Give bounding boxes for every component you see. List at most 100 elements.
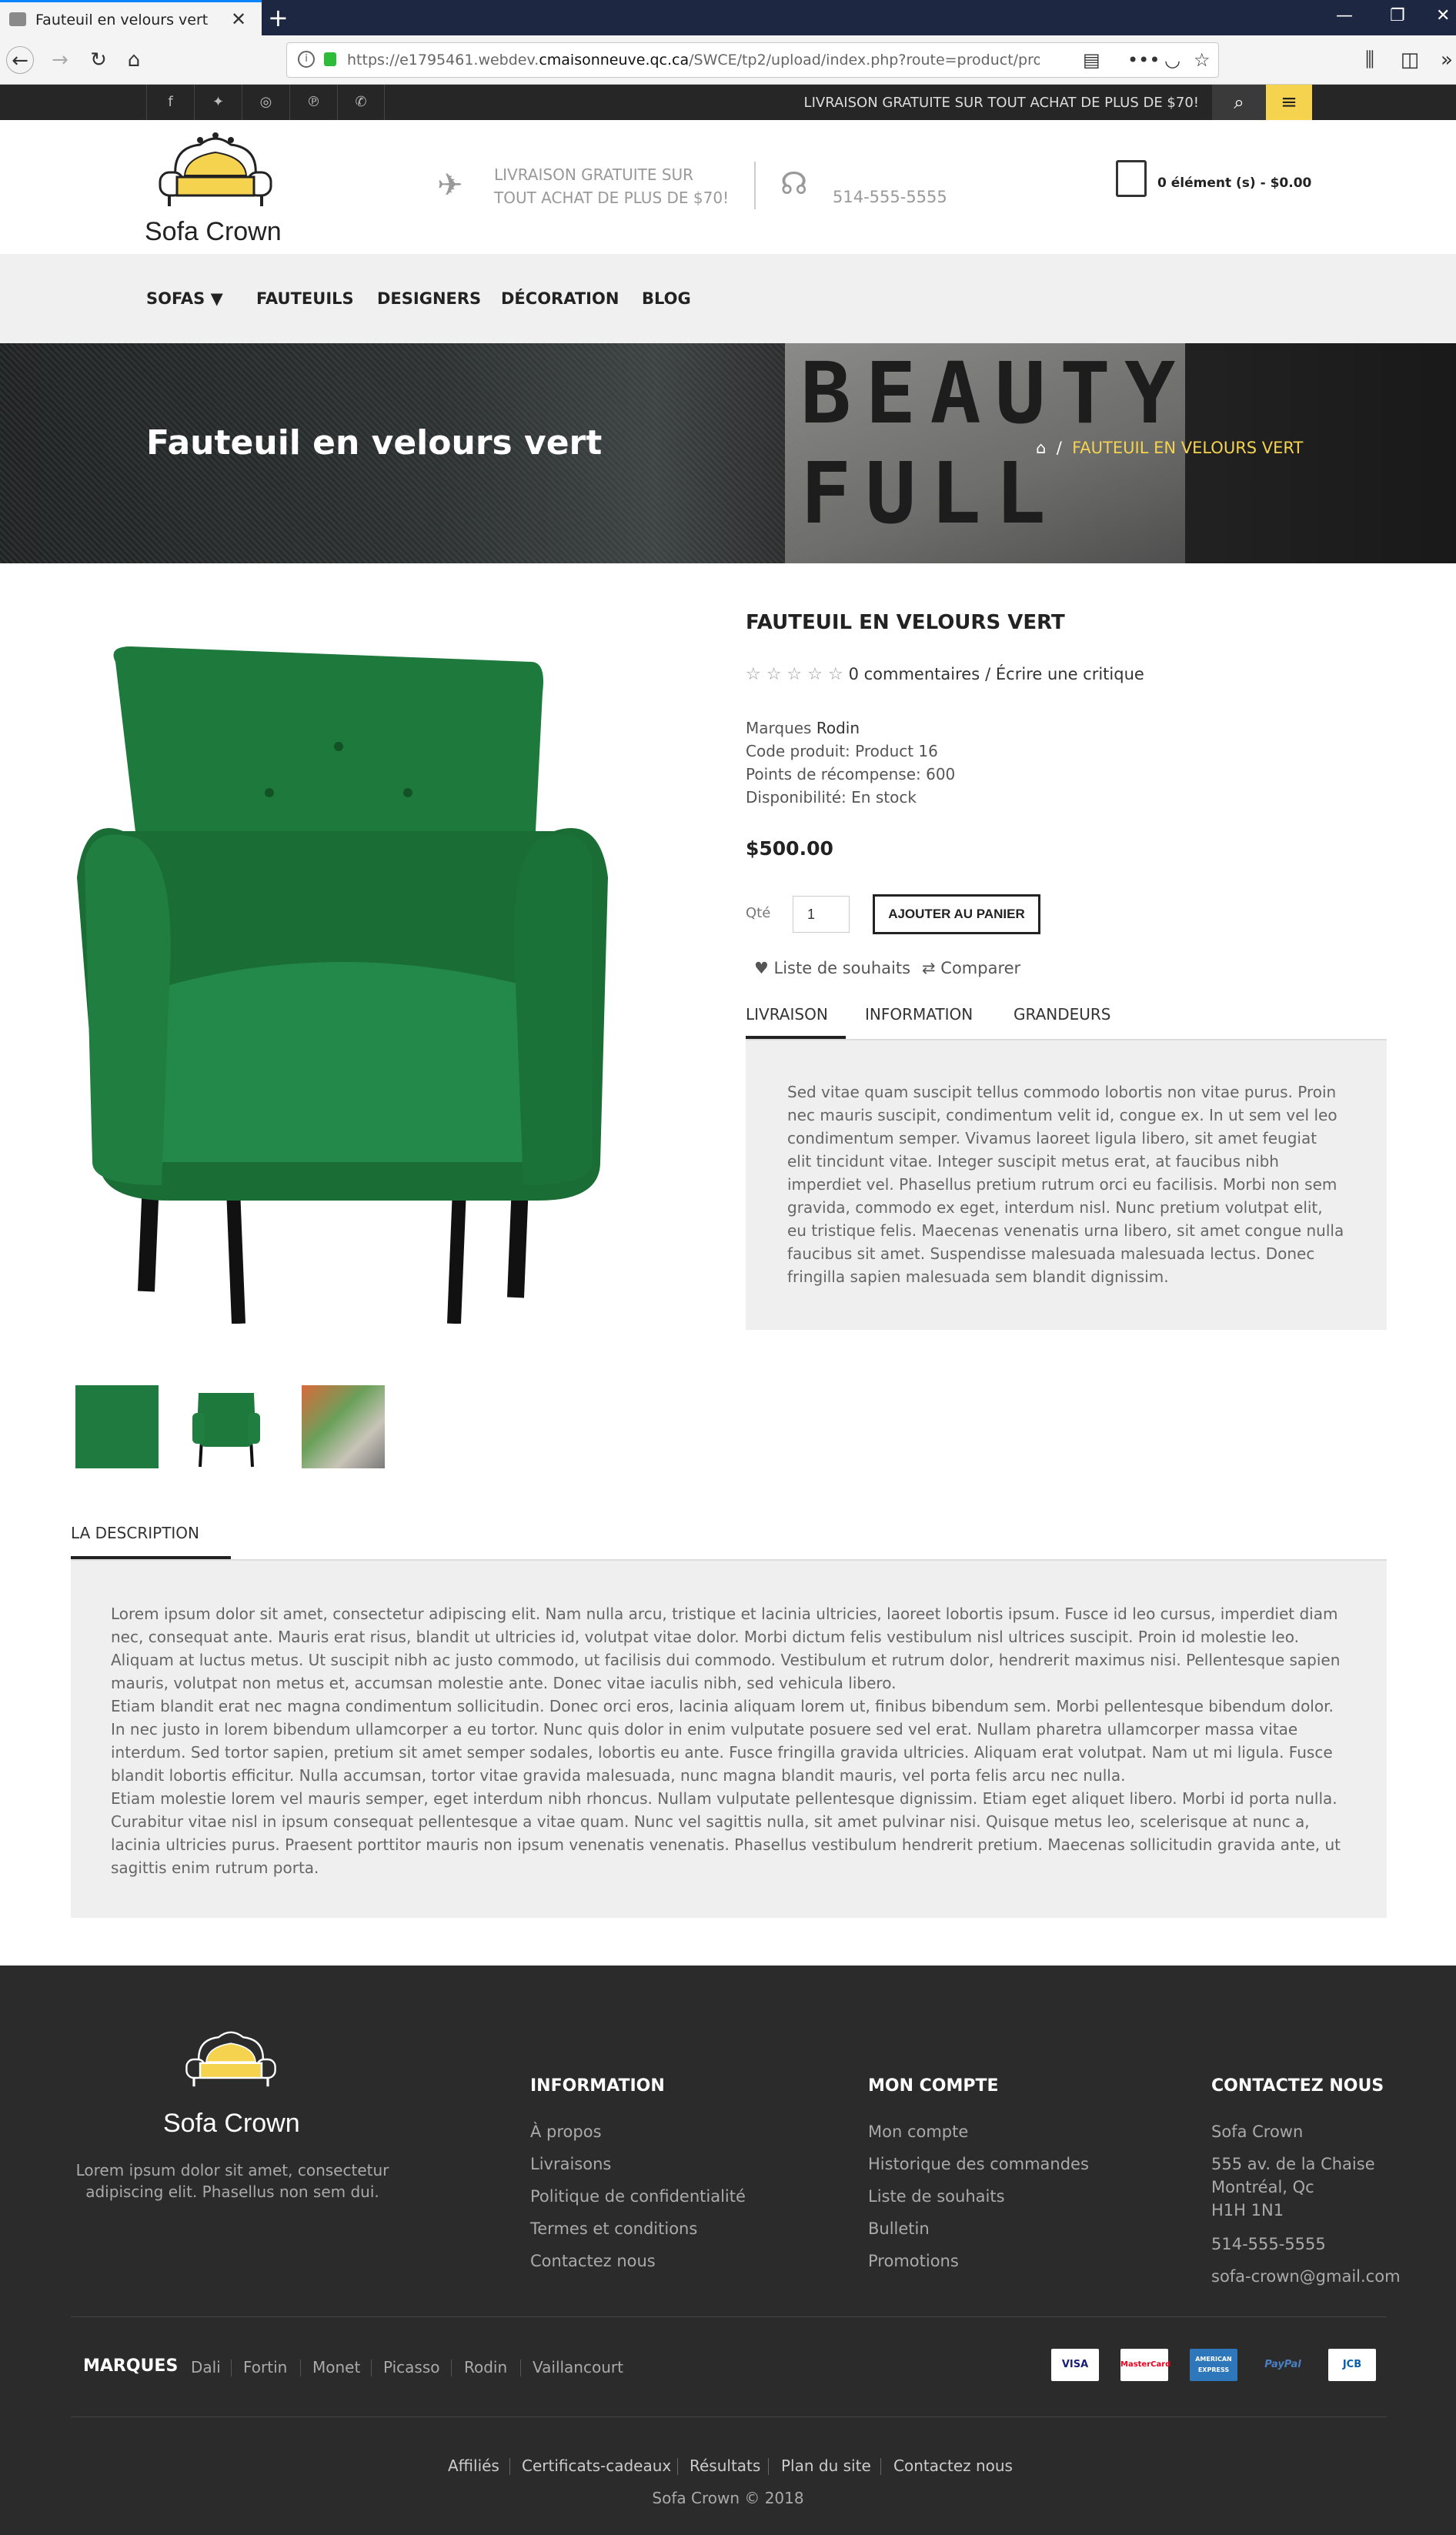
back-icon[interactable]: ← [6, 46, 34, 74]
browser-tab[interactable]: Fauteuil en velours vert ✕ [0, 0, 262, 35]
product-thumbnail-fabric[interactable] [75, 1385, 159, 1468]
overflow-menu-icon[interactable]: » [1433, 46, 1456, 74]
shipping-promo: LIVRAISON GRATUITE SUR TOUT ACHAT DE PLU… [494, 165, 730, 207]
pinterest-icon[interactable]: ℗ [289, 85, 337, 120]
description-paragraph: Lorem ipsum dolor sit amet, consectetur … [111, 1605, 1341, 1692]
twitter-icon[interactable]: ✦ [194, 85, 242, 120]
breadcrumb: ⌂ / FAUTEUIL EN VELOURS VERT [1036, 439, 1304, 457]
footer-link-termes[interactable]: Termes et conditions [530, 2219, 697, 2238]
sidebar-icon[interactable]: ◫ [1396, 46, 1424, 74]
contact-address-line: H1H 1N1 [1211, 2201, 1284, 2219]
minimize-icon[interactable]: — [1336, 6, 1353, 25]
separator [300, 2360, 301, 2376]
brand-link-dali[interactable]: Dali [191, 2358, 221, 2376]
active-tab-indicator [71, 1556, 231, 1559]
wishlist-button[interactable]: ♥ Liste de souhaits [754, 959, 910, 977]
brand-link[interactable]: Rodin [816, 719, 860, 737]
forward-icon[interactable]: → [46, 46, 74, 74]
footer-link-livraisons[interactable]: Livraisons [530, 2155, 611, 2173]
brand-link-rodin[interactable]: Rodin [464, 2358, 507, 2376]
footer-link-souhaits[interactable]: Liste de souhaits [868, 2187, 1005, 2206]
home-icon[interactable]: ⌂ [1036, 439, 1046, 457]
lock-icon [324, 52, 336, 66]
reviews-link[interactable]: 0 commentaires [849, 665, 980, 683]
footer-logo-text: Sofa Crown [163, 2109, 300, 2138]
product-thumbnail-chair[interactable] [185, 1385, 268, 1468]
footer-link-certificats[interactable]: Certificats-cadeaux [522, 2457, 671, 2475]
facebook-icon[interactable]: f [146, 85, 194, 120]
brand-link-fortin[interactable]: Fortin [243, 2358, 287, 2376]
footer-link-plan[interactable]: Plan du site [781, 2457, 871, 2475]
reader-view-icon[interactable]: ▤ [1083, 49, 1100, 71]
product-thumbnail-scene[interactable] [302, 1385, 385, 1468]
reward-points: Points de récompense: 600 [746, 765, 956, 783]
menu-item-blog[interactable]: BLOG [642, 289, 691, 308]
browser-toolbar: ← → ↻ ⌂ i https://e1795461.webdev.cmaiso… [0, 35, 1456, 85]
tab-grandeurs[interactable]: GRANDEURS [1014, 1005, 1111, 1024]
menu-item-decoration[interactable]: DÉCORATION [501, 289, 619, 308]
menu-item-fauteuils[interactable]: FAUTEUILS [256, 289, 354, 308]
pocket-icon[interactable]: ◡ [1164, 49, 1180, 71]
footer-link-contactez[interactable]: Contactez nous [893, 2457, 1013, 2475]
page-title: Fauteuil en velours vert [146, 423, 603, 463]
library-icon[interactable]: ⫼ [1356, 46, 1384, 74]
mastercard-icon: MasterCard [1120, 2349, 1170, 2381]
sofa-logo-icon [185, 2031, 276, 2087]
instagram-icon[interactable]: ◎ [242, 85, 289, 120]
footer-link-a-propos[interactable]: À propos [530, 2123, 602, 2141]
compare-button[interactable]: ⇄ Comparer [922, 959, 1020, 977]
whatsapp-icon[interactable]: ✆ [337, 85, 385, 120]
description-panel: Lorem ipsum dolor sit amet, consectetur … [71, 1561, 1387, 1918]
site-topbar: f ✦ ◎ ℗ ✆ LIVRAISON GRATUITE SUR TOUT AC… [0, 85, 1456, 120]
logo-text: Sofa Crown [145, 217, 282, 246]
quantity-input[interactable] [793, 896, 850, 933]
product-code: Code produit: Product 16 [746, 742, 938, 760]
brand-link-picasso[interactable]: Picasso [383, 2358, 440, 2376]
availability: Disponibilité: En stock [746, 788, 917, 807]
footer-link-bulletin[interactable]: Bulletin [868, 2219, 930, 2238]
header-phone[interactable]: 514-555-5555 [833, 188, 947, 206]
footer-link-promotions[interactable]: Promotions [868, 2252, 959, 2270]
add-to-cart-button[interactable]: AJOUTER AU PANIER [873, 894, 1040, 934]
close-window-icon[interactable]: ✕ [1436, 6, 1450, 25]
contact-address-line: Montréal, Qc [1211, 2178, 1314, 2196]
brand-link-monet[interactable]: Monet [312, 2358, 360, 2376]
address-bar[interactable]: i https://e1795461.webdev.cmaisonneuve.q… [286, 42, 1219, 78]
footer-heading-information: INFORMATION [530, 2076, 665, 2096]
info-icon[interactable]: i [298, 51, 315, 68]
home-icon[interactable]: ⌂ [120, 46, 148, 74]
reload-icon[interactable]: ↻ [85, 46, 112, 74]
new-tab-icon[interactable]: + [268, 3, 289, 32]
hamburger-menu-icon[interactable]: ≡ [1266, 85, 1312, 120]
footer-link-affilies[interactable]: Affiliés [448, 2457, 499, 2475]
breadcrumb-current[interactable]: FAUTEUIL EN VELOURS VERT [1072, 439, 1303, 457]
menu-item-sofas[interactable]: SOFAS ▼ [146, 289, 223, 308]
footer-link-mon-compte[interactable]: Mon compte [868, 2123, 968, 2141]
bookmark-star-icon[interactable]: ☆ [1194, 49, 1211, 71]
tab-description[interactable]: LA DESCRIPTION [71, 1524, 199, 1542]
page-actions-icon[interactable]: ••• [1127, 49, 1160, 71]
restore-icon[interactable]: ❐ [1390, 6, 1405, 25]
search-icon[interactable]: ⌕ [1212, 85, 1266, 120]
tab-information[interactable]: INFORMATION [865, 1005, 973, 1024]
product-main-image[interactable] [62, 631, 616, 1324]
footer-divider [71, 2416, 1387, 2417]
tab-livraison[interactable]: LIVRAISON [746, 1005, 828, 1024]
footer-link-contact[interactable]: Contactez nous [530, 2252, 656, 2270]
menu-item-designers[interactable]: DESIGNERS [377, 289, 481, 308]
contact-phone[interactable]: 514-555-5555 [1211, 2235, 1326, 2253]
contact-email[interactable]: sofa-crown@gmail.com [1211, 2267, 1401, 2286]
tab-panel: Sed vitae quam suscipit tellus commodo l… [746, 1040, 1387, 1330]
write-review-link[interactable]: Écrire une critique [996, 665, 1144, 683]
cart-icon[interactable] [1116, 160, 1147, 197]
close-tab-icon[interactable]: ✕ [231, 8, 246, 30]
exchange-icon: ⇄ [922, 959, 936, 977]
footer-link-historique[interactable]: Historique des commandes [868, 2155, 1089, 2173]
footer-link-resultats[interactable]: Résultats [690, 2457, 760, 2475]
footer-logo[interactable] [169, 2021, 292, 2101]
brand-link-vaillancourt[interactable]: Vaillancourt [533, 2358, 623, 2376]
headset-icon: ☊ [780, 166, 808, 202]
cart-summary[interactable]: 0 élément (s) - $0.00 [1157, 175, 1311, 191]
footer-link-confidentialite[interactable]: Politique de confidentialité [530, 2187, 746, 2206]
separator [677, 2458, 678, 2475]
